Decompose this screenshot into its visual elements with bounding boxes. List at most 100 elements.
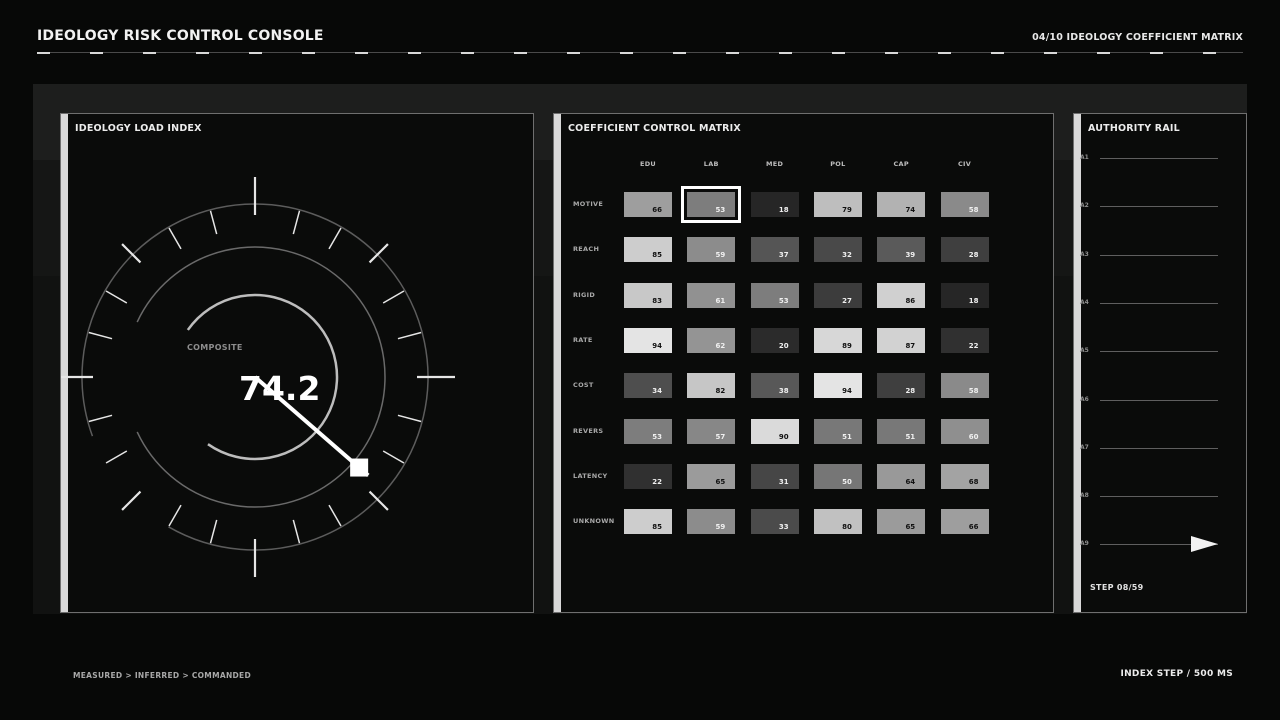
ideology-load-index-panel: IDEOLOGY LOAD INDEX COMPOSITE 74.2 bbox=[60, 113, 534, 613]
gauge-tick bbox=[168, 227, 182, 250]
gauge-tick bbox=[121, 490, 142, 511]
rail-track bbox=[1100, 447, 1218, 449]
matrix-cell[interactable]: 58 bbox=[940, 192, 989, 217]
gauge-tick bbox=[209, 519, 218, 544]
rail-pointer-icon[interactable] bbox=[1191, 536, 1218, 552]
matrix-cell[interactable]: 80 bbox=[813, 509, 862, 535]
matrix-cell[interactable]: 51 bbox=[877, 418, 926, 444]
matrix-cell-value: 66 bbox=[652, 206, 662, 214]
matrix-cell[interactable]: 53 bbox=[624, 418, 672, 444]
column-header-lab: LAB bbox=[703, 160, 719, 168]
matrix-cell[interactable]: 89 bbox=[813, 327, 862, 353]
matrix-cell[interactable]: 85 bbox=[624, 509, 672, 535]
matrix-cell[interactable]: 85 bbox=[624, 237, 672, 263]
matrix-cell[interactable]: 27 bbox=[813, 282, 862, 308]
matrix-cell[interactable]: 32 bbox=[813, 237, 862, 263]
matrix-cell-value: 60 bbox=[968, 432, 979, 441]
matrix-cell-value: 94 bbox=[842, 387, 852, 396]
matrix-cell[interactable]: 39 bbox=[877, 237, 926, 263]
matrix-cell-value: 20 bbox=[778, 341, 789, 350]
matrix-cell[interactable]: 31 bbox=[750, 463, 799, 489]
gauge-tick bbox=[328, 504, 342, 527]
load-index-gauge bbox=[61, 177, 455, 577]
matrix-cell[interactable]: 59 bbox=[687, 237, 736, 263]
matrix-cell[interactable]: 20 bbox=[750, 327, 799, 353]
matrix-cell-value: 82 bbox=[715, 387, 726, 396]
pipeline-legend: MEASURED > INFERRED > COMMANDED bbox=[73, 671, 251, 680]
panel-accent-bar bbox=[1074, 114, 1081, 612]
matrix-cell-value: 62 bbox=[715, 341, 726, 350]
header-dash-rule bbox=[37, 52, 1243, 54]
rail-label-a3: A3 bbox=[1080, 250, 1089, 258]
gauge-tick bbox=[168, 504, 182, 527]
matrix-cell[interactable]: 65 bbox=[687, 463, 736, 489]
matrix-cell[interactable]: 74 bbox=[877, 192, 926, 217]
matrix-cell[interactable]: 68 bbox=[940, 463, 989, 489]
matrix-cell-value: 32 bbox=[842, 251, 852, 260]
matrix-cell[interactable]: 62 bbox=[687, 327, 736, 353]
matrix-cell[interactable]: 86 bbox=[877, 282, 926, 308]
gauge-tick bbox=[328, 227, 342, 250]
gauge-tick bbox=[209, 210, 218, 235]
matrix-cell[interactable]: 51 bbox=[813, 418, 862, 444]
index-step: INDEX STEP / 500 MS bbox=[1120, 669, 1233, 679]
matrix-cell[interactable]: 59 bbox=[687, 509, 736, 535]
matrix-cell[interactable]: 65 bbox=[877, 509, 926, 535]
rail-label-a4: A4 bbox=[1080, 298, 1089, 306]
matrix-cell[interactable]: 18 bbox=[940, 282, 989, 308]
matrix-cell-value: 83 bbox=[652, 296, 662, 305]
matrix-cell-value: 51 bbox=[842, 432, 852, 441]
matrix-cell[interactable]: 64 bbox=[877, 463, 926, 489]
matrix-cell[interactable]: 50 bbox=[813, 463, 862, 489]
matrix-cell-value: 58 bbox=[968, 387, 979, 396]
rail-label-a9: A9 bbox=[1080, 540, 1089, 548]
gauge-tick bbox=[382, 450, 405, 464]
gauge-tick bbox=[88, 414, 113, 423]
matrix-cell[interactable]: 83 bbox=[624, 282, 672, 308]
matrix-cell[interactable]: 53 bbox=[750, 282, 799, 308]
matrix-cell[interactable]: 28 bbox=[940, 237, 989, 263]
matrix-cell[interactable]: 60 bbox=[940, 418, 989, 444]
console-title: IDEOLOGY RISK CONTROL CONSOLE bbox=[37, 28, 324, 44]
matrix-cell[interactable]: 57 bbox=[687, 418, 736, 444]
matrix-cell-value: 39 bbox=[905, 251, 916, 260]
matrix-cell-value: 90 bbox=[778, 432, 789, 441]
rail-track bbox=[1100, 302, 1218, 304]
matrix-cell-value: 80 bbox=[842, 523, 852, 532]
matrix-cell-value: 53 bbox=[778, 296, 789, 305]
matrix-cell-value: 28 bbox=[905, 387, 916, 396]
matrix-cell[interactable]: 18 bbox=[750, 192, 799, 217]
matrix-cell[interactable]: 79 bbox=[813, 192, 862, 217]
matrix-cell-value: 50 bbox=[842, 477, 852, 486]
matrix-cell-value: 85 bbox=[652, 251, 662, 260]
matrix-cell[interactable]: 82 bbox=[687, 373, 736, 399]
matrix-cell[interactable]: 33 bbox=[750, 509, 799, 535]
matrix-cell[interactable]: 28 bbox=[877, 373, 926, 399]
matrix-cell[interactable]: 38 bbox=[750, 373, 799, 399]
rail-track bbox=[1100, 496, 1218, 498]
matrix-cell[interactable]: 66 bbox=[624, 192, 672, 217]
rail-track bbox=[1100, 158, 1218, 159]
gauge-tick bbox=[121, 243, 142, 264]
matrix-cell[interactable]: 37 bbox=[750, 237, 799, 263]
matrix-cell[interactable]: 22 bbox=[624, 463, 672, 489]
matrix-cell[interactable]: 53 bbox=[681, 186, 742, 223]
matrix-cell-value: 65 bbox=[905, 523, 916, 532]
matrix-cell[interactable]: 90 bbox=[750, 418, 799, 444]
matrix-cell[interactable]: 94 bbox=[813, 373, 862, 399]
matrix-cell[interactable]: 66 bbox=[940, 509, 989, 535]
matrix-cell[interactable]: 61 bbox=[687, 282, 736, 308]
matrix-cell[interactable]: 34 bbox=[624, 373, 672, 399]
matrix-cell[interactable]: 58 bbox=[940, 373, 989, 399]
matrix-cell-value: 85 bbox=[652, 523, 662, 532]
matrix-cell[interactable]: 22 bbox=[940, 327, 989, 353]
section-title: IDEOLOGY COEFFICIENT MATRIX bbox=[1066, 32, 1243, 43]
matrix-cell-value: 59 bbox=[715, 523, 726, 532]
gauge-tick bbox=[368, 243, 389, 264]
matrix-cell[interactable]: 94 bbox=[624, 327, 672, 353]
rail-track bbox=[1100, 399, 1218, 401]
matrix-cell[interactable]: 87 bbox=[877, 327, 926, 353]
gauge-tick bbox=[382, 290, 405, 304]
coefficient-control-matrix-panel: COEFFICIENT CONTROL MATRIX EDU LAB MED POL C… bbox=[553, 113, 1054, 613]
panel-title: COEFFICIENT CONTROL MATRIX bbox=[568, 123, 741, 134]
